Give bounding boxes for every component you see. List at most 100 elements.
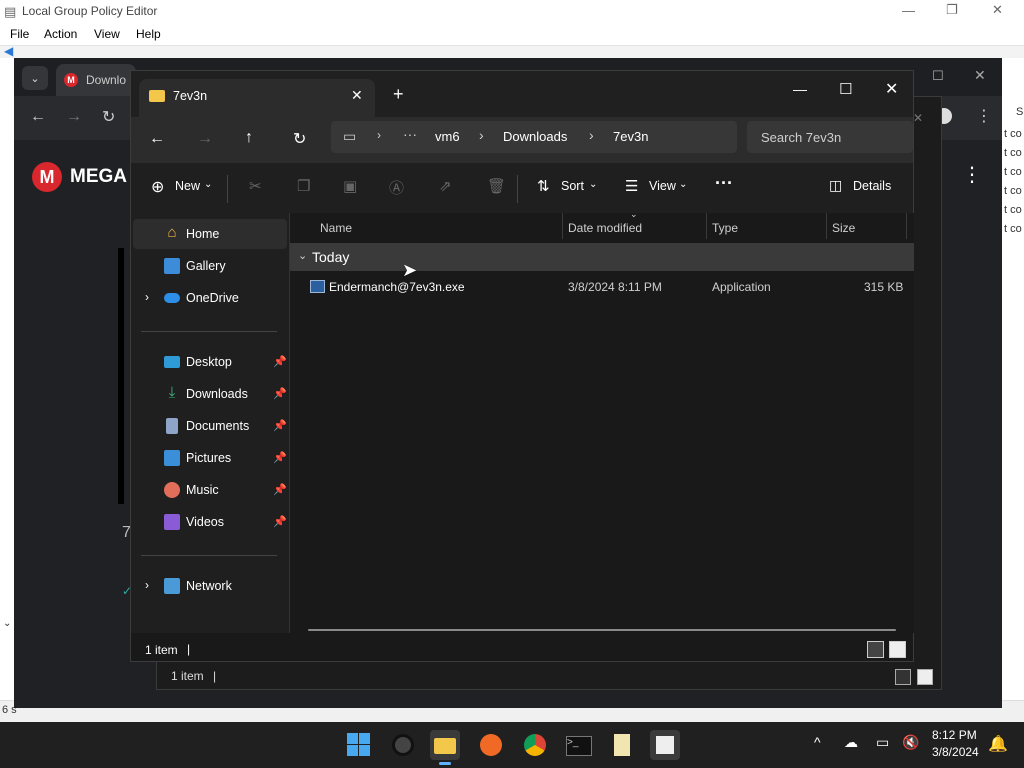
details-button[interactable]: Details — [853, 179, 891, 193]
column-date-modified[interactable]: Date modified — [568, 221, 642, 235]
onedrive-offline-icon[interactable]: ☁ — [844, 734, 858, 751]
chrome-forward-icon[interactable]: → — [66, 108, 82, 126]
nav-item-documents[interactable]: Documents 📌 — [133, 411, 287, 441]
copy-icon[interactable]: ❐ — [297, 177, 310, 195]
chrome-reload-icon[interactable]: ↻ — [102, 107, 115, 127]
column-divider[interactable] — [826, 213, 827, 239]
cut-icon[interactable]: ✂ — [249, 177, 262, 195]
terminal-icon[interactable]: >_ — [566, 736, 592, 756]
pin-icon[interactable]: 📌 — [273, 451, 287, 464]
expand-chevron-icon[interactable]: › — [145, 578, 149, 592]
breadcrumb-7ev3n[interactable]: 7ev3n — [613, 129, 648, 144]
nav-item-desktop[interactable]: Desktop 📌 — [133, 347, 287, 377]
pin-icon[interactable]: 📌 — [273, 419, 287, 432]
mega-favicon-icon: M — [64, 73, 78, 87]
column-divider[interactable] — [906, 213, 907, 239]
pin-icon[interactable]: 📌 — [273, 355, 287, 368]
more-options-icon[interactable]: ··· — [715, 173, 733, 194]
rename-icon[interactable]: Ⓐ — [389, 177, 404, 198]
tab-close-icon[interactable]: ✕ — [351, 87, 363, 104]
breadcrumb-downloads[interactable]: Downloads — [503, 129, 567, 144]
more-breadcrumbs-icon[interactable]: ··· — [403, 126, 417, 142]
details-view-icon[interactable] — [895, 669, 911, 685]
pin-icon[interactable]: 📌 — [273, 387, 287, 400]
file-name[interactable]: Endermanch@7ev3n.exe — [329, 280, 465, 294]
group-header-today[interactable]: ⌄ Today — [290, 243, 914, 271]
details-view-icon[interactable] — [867, 641, 884, 658]
chrome-close-button[interactable]: ✕ — [974, 67, 986, 84]
chrome-back-icon[interactable]: ← — [30, 108, 46, 126]
mega-menu-icon[interactable]: ⋮ — [962, 162, 982, 187]
tiles-view-icon[interactable] — [889, 641, 906, 658]
column-type[interactable]: Type — [712, 221, 738, 235]
nav-item-music[interactable]: Music 📌 — [133, 475, 287, 505]
close-button[interactable]: ✕ — [885, 79, 898, 99]
notepad-icon[interactable] — [614, 734, 630, 756]
file-row[interactable]: Endermanch@7ev3n.exe 3/8/2024 8:11 PM Ap… — [290, 273, 914, 301]
up-icon[interactable]: ↑ — [245, 129, 253, 147]
explorer-tab-title: 7ev3n — [173, 89, 208, 103]
explorer-back-close-icon[interactable]: ✕ — [913, 111, 923, 125]
sort-button[interactable]: Sort — [561, 179, 584, 193]
minimize-button[interactable]: — — [793, 81, 807, 97]
breadcrumb-vm6[interactable]: vm6 — [435, 129, 460, 144]
nav-item-home[interactable]: ⌂ Home — [133, 219, 287, 249]
gpe-close-button[interactable]: ✕ — [992, 2, 1003, 18]
gpe-minimize-button[interactable]: — — [902, 3, 915, 18]
search-icon[interactable] — [392, 734, 414, 756]
clock-date[interactable]: 3/8/2024 — [932, 745, 979, 759]
taskbar-group-policy[interactable] — [650, 730, 680, 760]
gpe-restore-button[interactable]: ❐ — [946, 2, 958, 18]
collapse-chevron-icon[interactable]: ⌄ — [298, 249, 307, 262]
search-box[interactable]: Search 7ev3n — [747, 121, 913, 153]
pin-icon[interactable]: 📌 — [273, 515, 287, 528]
gpe-menu-help[interactable]: Help — [136, 27, 161, 41]
search-input[interactable]: Search 7ev3n — [761, 130, 841, 145]
nav-item-pictures[interactable]: Pictures 📌 — [133, 443, 287, 473]
nav-item-onedrive[interactable]: › OneDrive — [133, 283, 287, 313]
network-status-icon[interactable]: ▭ — [876, 734, 889, 751]
clock-time[interactable]: 8:12 PM — [932, 728, 977, 742]
share-icon[interactable]: ⇗ — [439, 177, 452, 195]
taskbar-file-explorer[interactable] — [430, 730, 460, 765]
view-button[interactable]: View — [649, 179, 676, 193]
pin-icon[interactable]: 📌 — [273, 483, 287, 496]
gpe-back-icon[interactable]: ◀ — [4, 44, 13, 58]
delete-icon[interactable]: 🗑 — [487, 177, 506, 195]
forward-icon[interactable]: → — [197, 130, 213, 148]
column-divider[interactable] — [562, 213, 563, 239]
chrome-tab[interactable]: M Downlo — [56, 64, 136, 96]
horizontal-scrollbar[interactable] — [308, 629, 896, 631]
column-name[interactable]: Name — [320, 221, 352, 235]
chrome-maximize-button[interactable]: ☐ — [932, 68, 944, 84]
tiles-view-icon[interactable] — [917, 669, 933, 685]
nav-item-network[interactable]: › Network — [133, 571, 287, 601]
refresh-icon[interactable]: ↻ — [293, 129, 306, 149]
folder-icon — [149, 90, 165, 102]
maximize-button[interactable]: ☐ — [839, 80, 852, 98]
gpe-menu-file[interactable]: File — [10, 27, 29, 41]
explorer-tab[interactable]: 7ev3n ✕ — [139, 79, 375, 117]
back-icon[interactable]: ← — [149, 130, 165, 148]
new-tab-icon[interactable]: + — [393, 84, 404, 105]
chrome-menu-icon[interactable]: ⋮ — [976, 106, 992, 126]
firefox-icon[interactable] — [480, 734, 502, 756]
gpe-menu-action[interactable]: Action — [44, 27, 77, 41]
gpe-chevron-down-icon[interactable]: ⌄ — [3, 618, 11, 629]
tab-search-button[interactable]: ⌄ — [22, 66, 48, 90]
chrome-icon[interactable] — [524, 734, 546, 756]
start-button[interactable] — [344, 730, 374, 760]
column-size[interactable]: Size — [832, 221, 855, 235]
paste-icon[interactable]: ▣ — [343, 177, 357, 195]
nav-item-videos[interactable]: Videos 📌 — [133, 507, 287, 537]
notification-bell-icon[interactable]: 🔔 — [988, 734, 1008, 754]
expand-chevron-icon[interactable]: › — [145, 290, 149, 304]
show-hidden-icons-chevron-icon[interactable]: ^ — [814, 734, 821, 750]
nav-item-gallery[interactable]: Gallery — [133, 251, 287, 281]
volume-muted-icon[interactable]: 🔇 — [902, 734, 919, 751]
address-bar[interactable]: ▭ › ··· vm6 › Downloads › 7ev3n — [331, 121, 737, 153]
nav-item-downloads[interactable]: ⤓ Downloads 📌 — [133, 379, 287, 409]
column-divider[interactable] — [706, 213, 707, 239]
gpe-menu-view[interactable]: View — [94, 27, 120, 41]
new-button[interactable]: New — [175, 179, 200, 193]
